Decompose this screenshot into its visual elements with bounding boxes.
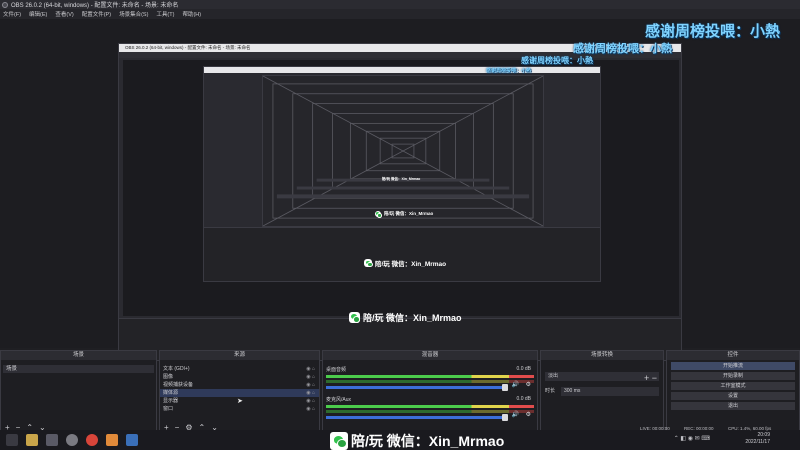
- volume-meter: [326, 410, 534, 413]
- controls-dock-header: 控件: [667, 351, 799, 360]
- sources-dock: 来源 文本 (GDI+) ◉ ⌂ 图像 ◉ ⌂ 视频捕获设备 ◉ ⌂ 媒体源 ◉ ⌂ 显…: [159, 350, 320, 433]
- settings-button[interactable]: 设置: [671, 392, 795, 400]
- transition-select[interactable]: 淡出: [545, 372, 659, 381]
- wechat-overlay-2-text: 陪/玩 微信：Xin_Mrmao: [363, 313, 462, 323]
- eye-lock-icon[interactable]: ◉ ⌂: [306, 405, 315, 413]
- mixer-track-mic: 麦克风/Aux 0.0 dB 🔊 ⚙: [323, 394, 537, 424]
- scenes-dock-header: 场景: [1, 351, 156, 360]
- menu-help[interactable]: 帮助(H): [182, 10, 201, 18]
- menu-file[interactable]: 文件(F): [3, 10, 21, 18]
- volume-slider[interactable]: [326, 384, 508, 391]
- source-item-selected[interactable]: 媒体源 ◉ ⌂: [160, 389, 319, 397]
- mixer-track-desktop: 桌面音频 0.0 dB 🔊 ⚙: [323, 364, 537, 394]
- recursive-tunnel: [263, 76, 543, 226]
- wechat-icon: [349, 312, 361, 323]
- transition-add-remove[interactable]: + −: [644, 373, 657, 383]
- start-streaming-button[interactable]: 开始推流: [671, 362, 795, 370]
- source-item[interactable]: 图像 ◉ ⌂: [160, 373, 319, 381]
- duration-input[interactable]: 300 ms: [561, 387, 659, 396]
- gear-icon[interactable]: ⚙: [526, 381, 531, 388]
- wechat-overlay-4: 陪/玩 微信：Xin_Mrmao: [375, 211, 434, 218]
- status-cpu: CPU: 1.4%, 60.00 fps: [728, 426, 772, 431]
- menu-scene-collection[interactable]: 场景集合(S): [119, 10, 148, 18]
- transitions-dock: 场景转换 淡出 + − 时长 300 ms: [540, 350, 664, 433]
- audio-mixer-dock: 混音器 桌面音频 0.0 dB 🔊 ⚙ 麦克风/Aux 0.0 dB 🔊 ⚙: [322, 350, 538, 433]
- duration-label: 时长: [545, 388, 556, 394]
- sources-dock-header: 来源: [160, 351, 319, 360]
- start-recording-button[interactable]: 开始录制: [671, 372, 795, 380]
- source-label: 文本 (GDI+): [163, 366, 190, 372]
- track-name: 麦克风/Aux: [326, 397, 352, 403]
- speaker-icon[interactable]: 🔊: [512, 411, 519, 418]
- scene-item[interactable]: 场景: [3, 365, 154, 373]
- track-db: 0.0 dB: [516, 396, 531, 402]
- wechat-overlay-5-text: 陪/玩 微信：Xin_Mrmao: [382, 177, 421, 181]
- source-label: 显示器: [163, 398, 179, 404]
- nested-preview: [123, 60, 679, 316]
- track-db: 0.0 dB: [516, 366, 531, 372]
- thanks-overlay-2: 感谢周榜投喂：小熱: [573, 43, 672, 55]
- wechat-overlay-3-text: 陪/玩 微信：Xin_Mrmao: [375, 261, 447, 268]
- eye-lock-icon[interactable]: ◉ ⌂: [306, 373, 315, 381]
- mouse-cursor-icon: ➤: [237, 398, 243, 405]
- nested-obs-window-2: [203, 66, 601, 282]
- menu-edit[interactable]: 编辑(E): [29, 10, 47, 18]
- source-label: 图像: [163, 374, 174, 380]
- exit-button[interactable]: 退出: [671, 402, 795, 410]
- obs-logo-icon: [2, 1, 8, 8]
- source-label: 窗口: [163, 406, 174, 412]
- menubar: 文件(F) 编辑(E) 查看(V) 配置文件(P) 场景集合(S) 工具(T) …: [0, 9, 800, 19]
- wechat-icon: [375, 211, 383, 218]
- studio-mode-button[interactable]: 工作室模式: [671, 382, 795, 390]
- obs-statusbar: LIVE: 00:00:00 REC: 00:00:00 CPU: 1.4%, …: [0, 426, 800, 439]
- eye-lock-icon[interactable]: ◉ ⌂: [306, 389, 315, 397]
- volume-meter: [326, 380, 534, 383]
- eye-lock-icon[interactable]: ◉ ⌂: [306, 365, 315, 373]
- status-rec: REC: 00:00:00: [684, 426, 714, 431]
- gear-icon[interactable]: ⚙: [526, 411, 531, 418]
- wechat-overlay-4-text: 陪/玩 微信：Xin_Mrmao: [384, 211, 434, 216]
- controls-dock: 控件 开始推流 开始录制 工作室模式 设置 退出: [666, 350, 800, 433]
- menu-profile[interactable]: 配置文件(P): [82, 10, 111, 18]
- source-label: 媒体源: [163, 390, 179, 396]
- eye-lock-icon[interactable]: ◉ ⌂: [306, 381, 315, 389]
- window-titlebar: OBS 26.0.2 (64-bit, windows) - 配置文件: 未命名…: [0, 0, 800, 9]
- volume-slider[interactable]: [326, 414, 508, 421]
- thanks-overlay-3: 感谢周榜投喂：小熱: [521, 56, 593, 65]
- nested-docks-2: [204, 227, 600, 281]
- wechat-overlay-2: 陪/玩 微信：Xin_Mrmao: [349, 311, 462, 324]
- scenes-dock: 场景 场景 + − ⌃ ⌄: [0, 350, 157, 433]
- thanks-overlay-4: 感谢周榜投喂：小熱: [486, 68, 532, 74]
- clock-date: 2022/11/17: [745, 439, 770, 445]
- source-item[interactable]: 窗口 ◉ ⌂: [160, 405, 319, 413]
- source-item[interactable]: 文本 (GDI+) ◉ ⌂: [160, 365, 319, 373]
- status-live: LIVE: 00:00:00: [640, 426, 670, 431]
- mixer-dock-header: 混音器: [323, 351, 537, 360]
- eye-lock-icon[interactable]: ◉ ⌂: [306, 397, 315, 405]
- wechat-overlay-5: 陪/玩 微信：Xin_Mrmao: [382, 177, 420, 182]
- nested-window-title-2: [204, 67, 600, 73]
- window-title: OBS 26.0.2 (64-bit, windows) - 配置文件: 未命名…: [11, 3, 179, 9]
- volume-meter: [326, 375, 534, 378]
- track-name: 桌面音频: [326, 367, 347, 373]
- volume-meter: [326, 405, 534, 408]
- menu-view[interactable]: 查看(V): [55, 10, 73, 18]
- nested-obs-window-3: [262, 75, 544, 227]
- thanks-overlay-1: 感谢周榜投喂：小熱: [645, 23, 781, 40]
- preview-canvas[interactable]: OBS 26.0.2 (64-bit, windows) - 配置文件: 未命名…: [0, 19, 800, 361]
- speaker-icon[interactable]: 🔊: [512, 381, 519, 388]
- wechat-icon: [364, 259, 373, 268]
- source-item[interactable]: 视频捕获设备 ◉ ⌂: [160, 381, 319, 389]
- sources-list: 文本 (GDI+) ◉ ⌂ 图像 ◉ ⌂ 视频捕获设备 ◉ ⌂ 媒体源 ◉ ⌂ 显示器 ◉…: [160, 360, 319, 413]
- transition-duration: 时长 300 ms: [545, 387, 659, 396]
- source-label: 视频捕获设备: [163, 382, 194, 388]
- menu-tools[interactable]: 工具(T): [156, 10, 174, 18]
- transitions-dock-header: 场景转换: [541, 351, 663, 360]
- wechat-overlay-3: 陪/玩 微信：Xin_Mrmao: [364, 258, 446, 268]
